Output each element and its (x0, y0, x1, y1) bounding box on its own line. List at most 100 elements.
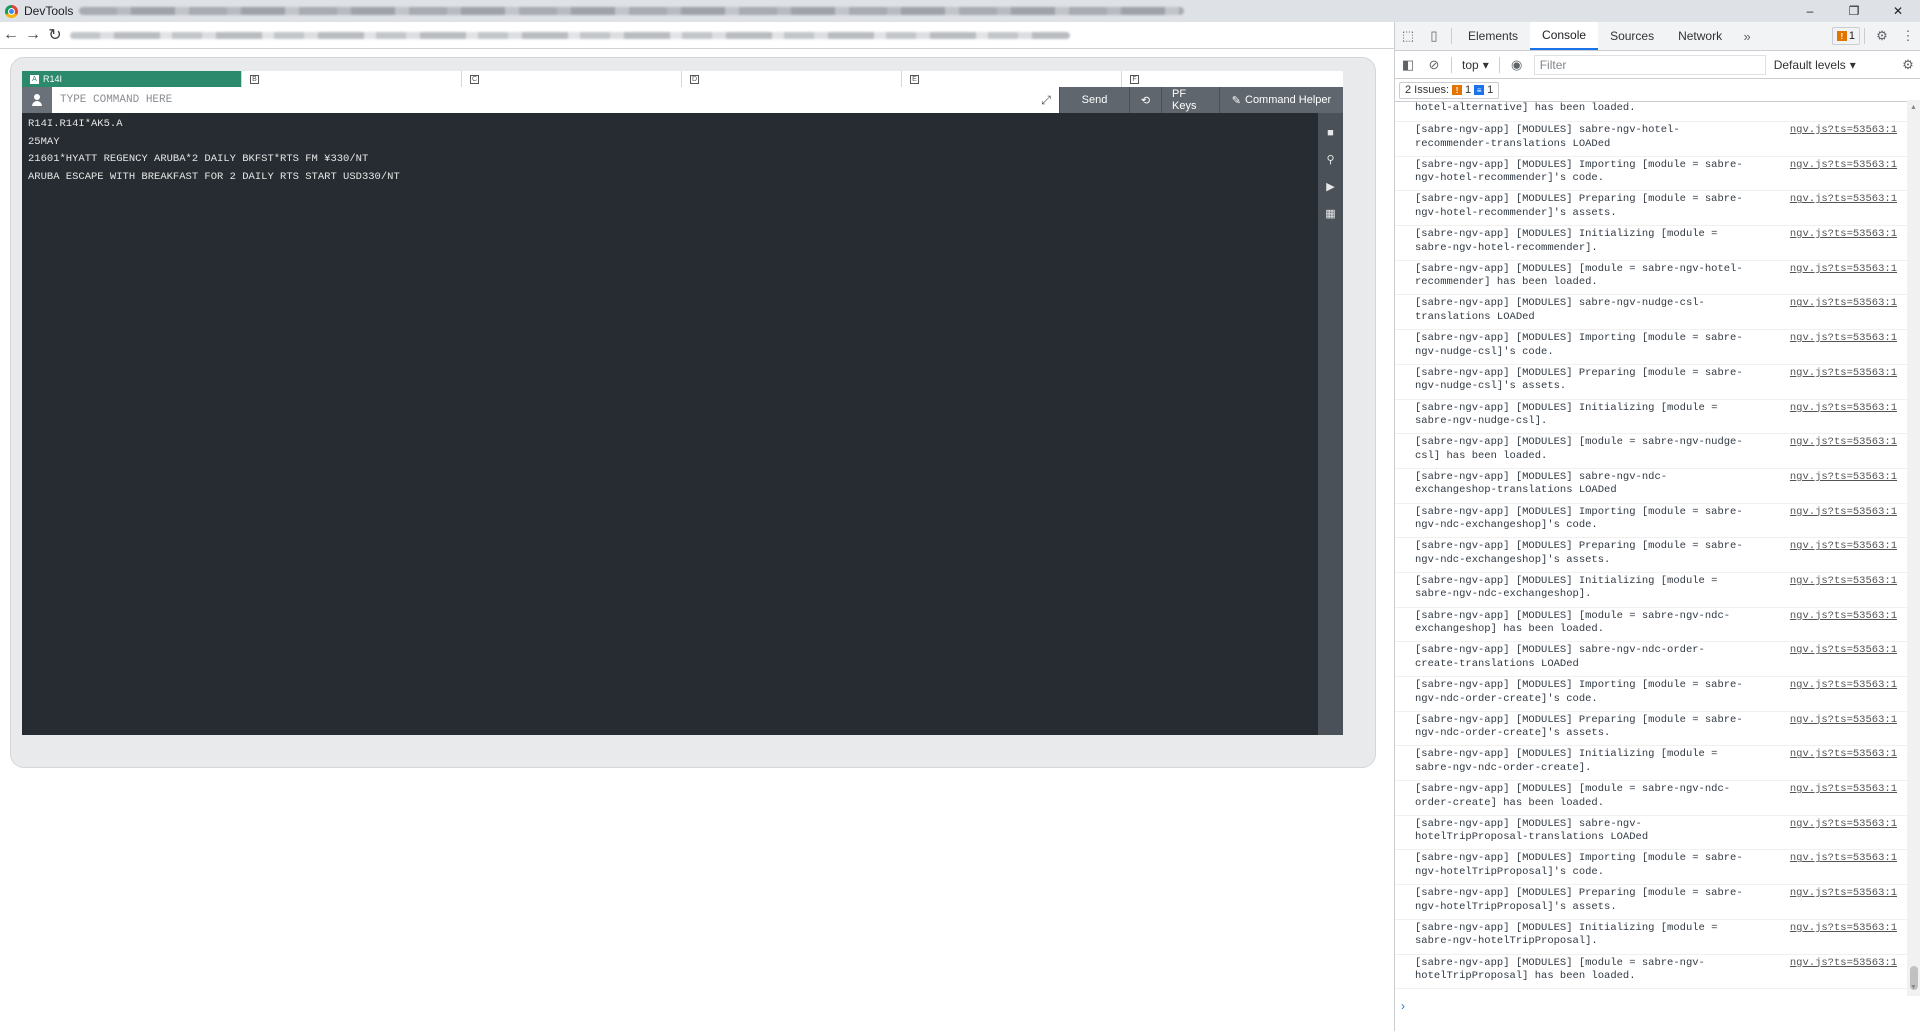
command-bar: ⤢ Send ⟲ PF Keys ✎ Command Helper (22, 87, 1343, 113)
console-source-link[interactable]: ngv.js?ts=53563:1 (1790, 610, 1907, 639)
console-source-link[interactable]: ngv.js?ts=53563:1 (1790, 263, 1907, 292)
context-selector[interactable]: top ▾ (1456, 55, 1495, 75)
console-source-link[interactable]: ngv.js?ts=53563:1 (1790, 159, 1907, 188)
tab-letter-d: D (690, 74, 699, 84)
console-source-link[interactable]: ngv.js?ts=53563:1 (1790, 818, 1907, 847)
console-message-text: [sabre-ngv-app] [MODULES] Preparing [mod… (1415, 366, 1743, 393)
tab-area-e[interactable]: E (902, 71, 1122, 87)
context-value: top (1462, 57, 1479, 72)
maximize-button[interactable]: ❐ (1832, 0, 1876, 22)
issues-badge[interactable]: ! 1 (1831, 27, 1860, 45)
terminal-output[interactable]: R14I.R14I*AK5.A 25MAY 21601*HYATT REGENC… (22, 113, 1318, 735)
tab-console[interactable]: Console (1530, 22, 1599, 50)
window-title-bar: DevTools – ❐ ✕ (0, 0, 1920, 22)
console-source-link[interactable]: ngv.js?ts=53563:1 (1790, 575, 1907, 604)
filter-input[interactable] (1533, 54, 1766, 75)
device-toggle-icon[interactable]: ▯ (1421, 22, 1447, 50)
issues-badge-count: 1 (1848, 30, 1855, 42)
console-scrollbar[interactable]: ▲ ▼ (1907, 100, 1920, 996)
console-message: [sabre-ngv-app] [MODULES] [module = sabr… (1395, 608, 1907, 643)
warning-icon: ! (1452, 85, 1463, 95)
console-source-link[interactable]: ngv.js?ts=53563:1 (1790, 193, 1907, 222)
tab-letter-b: B (250, 74, 259, 84)
back-arrow-icon[interactable]: ← (0, 24, 22, 46)
tab-elements[interactable]: Elements (1456, 22, 1530, 50)
console-messages[interactable]: hotel-alternative] has been loaded. [sabr… (1395, 100, 1907, 996)
console-source-link[interactable]: ngv.js?ts=53563:1 (1790, 540, 1907, 569)
console-source-link[interactable]: ngv.js?ts=53563:1 (1790, 887, 1907, 916)
inspect-element-icon[interactable]: ⬚ (1395, 22, 1421, 50)
console-message: [sabre-ngv-app] [MODULES] [module = sabr… (1395, 261, 1907, 296)
sidebar-toggle-icon[interactable]: ◧ (1395, 51, 1421, 79)
console-source-link[interactable]: ngv.js?ts=53563:1 (1790, 679, 1907, 708)
console-message: [sabre-ngv-app] [MODULES] sabre-ngv-hote… (1395, 816, 1907, 851)
console-source-link[interactable]: ngv.js?ts=53563:1 (1790, 957, 1907, 986)
console-message-text: [sabre-ngv-app] [MODULES] Preparing [mod… (1415, 713, 1743, 740)
pin-icon[interactable]: ⚲ (1318, 146, 1343, 173)
url-field[interactable] (70, 27, 1070, 43)
expand-icon[interactable]: ⤢ (1033, 87, 1059, 113)
console-source-link[interactable]: ngv.js?ts=53563:1 (1790, 124, 1907, 153)
console-message-text: [sabre-ngv-app] [MODULES] Initializing [… (1415, 748, 1724, 774)
console-message-text: [sabre-ngv-app] [MODULES] [module = sabr… (1415, 783, 1731, 809)
console-message: [sabre-ngv-app] [MODULES] sabre-ngv-ndc-… (1395, 642, 1907, 677)
console-source-link[interactable]: ngv.js?ts=53563:1 (1790, 297, 1907, 326)
eye-icon[interactable]: ◉ (1504, 51, 1530, 79)
tab-area-d[interactable]: D (682, 71, 902, 87)
grid-icon[interactable]: ▦ (1318, 200, 1343, 227)
reload-icon[interactable]: ↻ (44, 24, 66, 46)
dropdown-arrow-icon: ▾ (1849, 57, 1856, 72)
console-message: [sabre-ngv-app] [MODULES] sabre-ngv-nudg… (1395, 295, 1907, 331)
minimize-button[interactable]: – (1788, 0, 1832, 22)
tab-area-a[interactable]: A R14I (22, 71, 242, 87)
terminal-line: 21601*HYATT REGENCY ARUBA*2 DAILY BKFST*… (28, 153, 369, 165)
console-source-link[interactable]: ngv.js?ts=53563:1 (1790, 402, 1907, 431)
console-message: [sabre-ngv-app] [MODULES] Initializing [… (1395, 400, 1907, 435)
pf-keys-button[interactable]: PF Keys (1161, 87, 1219, 113)
kebab-menu-icon[interactable]: ⋮ (1895, 22, 1920, 50)
console-source-link[interactable]: ngv.js?ts=53563:1 (1790, 644, 1907, 673)
console-source-link[interactable]: ngv.js?ts=53563:1 (1790, 228, 1907, 257)
command-input[interactable] (52, 87, 1033, 113)
history-icon[interactable]: ⟲ (1129, 87, 1161, 113)
tab-network[interactable]: Network (1666, 22, 1734, 50)
console-source-link[interactable]: ngv.js?ts=53563:1 (1790, 367, 1907, 396)
console-prompt[interactable]: › (1395, 996, 1907, 1016)
console-message: [sabre-ngv-app] [MODULES] Initializing [… (1395, 920, 1907, 955)
console-message-text: [sabre-ngv-app] [MODULES] sabre-ngv-hote… (1415, 124, 1680, 150)
console-source-link[interactable]: ngv.js?ts=53563:1 (1790, 748, 1907, 777)
console-message-text: [sabre-ngv-app] [MODULES] Preparing [mod… (1415, 887, 1743, 913)
tab-area-c[interactable]: C (462, 71, 682, 87)
blurred-url (70, 31, 1070, 39)
command-helper-button[interactable]: ✎ Command Helper (1219, 87, 1343, 113)
log-levels-dropdown[interactable]: Default levels ▾ (1774, 58, 1856, 72)
tab-sources[interactable]: Sources (1598, 22, 1666, 50)
forward-arrow-icon[interactable]: → (22, 24, 44, 46)
console-source-link[interactable]: ngv.js?ts=53563:1 (1790, 506, 1907, 535)
clear-console-icon[interactable]: ⊘ (1421, 51, 1447, 79)
issues-summary[interactable]: 2 Issues: ! 1 ≡ 1 (1399, 81, 1500, 99)
tab-area-b[interactable]: B (242, 71, 462, 87)
scroll-up-icon[interactable]: ▲ (1910, 104, 1917, 111)
console-source-link[interactable]: ngv.js?ts=53563:1 (1790, 332, 1907, 361)
console-source-link[interactable]: ngv.js?ts=53563:1 (1790, 922, 1907, 951)
tab-area-f[interactable]: F (1122, 71, 1342, 87)
console-source-link[interactable]: ngv.js?ts=53563:1 (1790, 436, 1907, 465)
close-button[interactable]: ✕ (1876, 0, 1920, 22)
terminal-side-toolbar: ■ ⚲ ▶ ▦ (1318, 113, 1343, 735)
window-title: DevTools (24, 4, 74, 18)
console-settings-gear-icon[interactable]: ⚙ (1895, 51, 1920, 79)
send-button[interactable]: Send (1059, 87, 1129, 113)
console-source-link[interactable]: ngv.js?ts=53563:1 (1790, 714, 1907, 743)
command-helper-label: Command Helper (1245, 94, 1332, 106)
console-message: [sabre-ngv-app] [MODULES] Preparing [mod… (1395, 365, 1907, 400)
settings-gear-icon[interactable]: ⚙ (1869, 22, 1895, 50)
console-source-link[interactable]: ngv.js?ts=53563:1 (1790, 852, 1907, 881)
console-source-link[interactable]: ngv.js?ts=53563:1 (1790, 471, 1907, 500)
play-circle-icon[interactable]: ▶ (1318, 173, 1343, 200)
user-button[interactable] (22, 87, 52, 113)
more-tabs-icon[interactable]: » (1734, 22, 1760, 50)
scroll-down-icon[interactable]: ▼ (1910, 984, 1917, 991)
briefcase-icon[interactable]: ■ (1318, 119, 1343, 146)
console-source-link[interactable]: ngv.js?ts=53563:1 (1790, 783, 1907, 812)
